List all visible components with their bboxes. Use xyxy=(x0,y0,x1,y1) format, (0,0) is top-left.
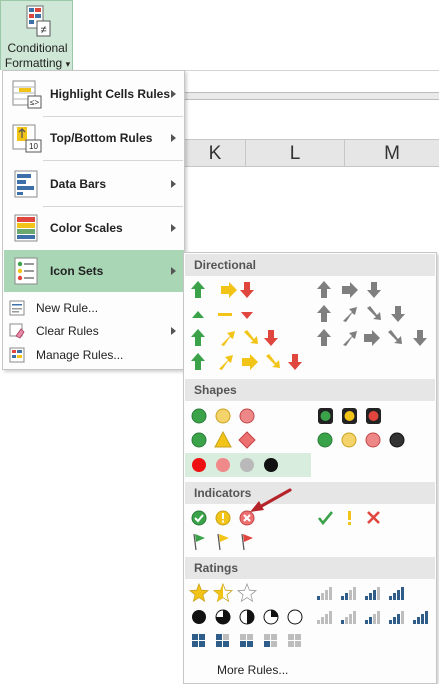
icon-set-4-arrows-colored[interactable] xyxy=(188,326,308,350)
submenu-arrow-icon xyxy=(171,134,176,142)
submenu-arrow-icon xyxy=(171,327,176,335)
icon-set-3-arrows-gray[interactable] xyxy=(314,278,434,302)
top-bottom-icon: 10 xyxy=(12,124,42,153)
icon-set-3-arrows-colored[interactable] xyxy=(188,278,308,302)
traffic-lights-rimmed-icon xyxy=(318,408,381,424)
ratings-4-icon xyxy=(317,587,404,600)
menu-item-new-rule[interactable]: New Rule... xyxy=(4,297,184,319)
icon-set-3-traffic-lights-unrimmed[interactable] xyxy=(188,404,308,428)
icon-set-5-boxes[interactable] xyxy=(188,629,308,653)
menu-item-label: Highlight Cells Rules xyxy=(50,87,171,101)
conditional-formatting-button[interactable]: ≠ Conditional Formatting ▾ xyxy=(0,0,73,70)
data-bars-icon xyxy=(14,170,38,198)
manage-rules-icon xyxy=(9,347,25,363)
section-header-shapes: Shapes xyxy=(185,379,435,401)
icon-set-4-traffic-lights[interactable] xyxy=(314,428,434,452)
icon-set-5-arrows-gray[interactable] xyxy=(314,326,434,350)
more-rules-menu-item[interactable]: More Rules... xyxy=(185,657,435,683)
ratings-5-icon xyxy=(317,611,428,624)
traffic-lights-4-icon xyxy=(317,432,405,448)
column-header-k[interactable]: K xyxy=(185,140,245,167)
submenu-arrow-icon xyxy=(171,267,176,275)
dropdown-caret-icon: ▾ xyxy=(65,59,71,69)
icon-set-4-ratings[interactable] xyxy=(314,581,434,605)
arrows-5-gray-icon xyxy=(317,329,427,346)
menu-item-color-scales[interactable]: Color Scales xyxy=(4,207,184,249)
highlight-cells-icon: ≤> xyxy=(12,80,42,109)
signs-3-icon xyxy=(191,430,256,449)
icon-set-3-signs[interactable] xyxy=(188,428,308,452)
icon-set-5-arrows-colored[interactable] xyxy=(188,350,308,374)
color-scales-icon xyxy=(14,214,38,242)
new-rule-icon xyxy=(9,300,25,316)
column-header-m[interactable]: M xyxy=(345,140,439,167)
conditional-formatting-menu: ≤> Highlight Cells Rules 10 Top/Bottom R… xyxy=(2,70,185,370)
menu-item-label: Color Scales xyxy=(50,221,123,235)
icon-set-3-triangles[interactable] xyxy=(188,302,308,326)
arrows-3-gray-icon xyxy=(317,281,381,298)
submenu-arrow-icon xyxy=(171,180,176,188)
traffic-lights-unrimmed-icon xyxy=(191,408,255,424)
boxes-5-icon xyxy=(192,634,301,647)
button-label-line2: Formatting ▾ xyxy=(4,56,71,70)
menu-item-label: Data Bars xyxy=(50,177,107,191)
icon-set-4-red-to-black[interactable] xyxy=(185,453,311,477)
menu-item-top-bottom-rules[interactable]: 10 Top/Bottom Rules xyxy=(4,117,184,159)
icon-set-3-traffic-lights-rimmed[interactable] xyxy=(314,404,434,428)
conditional-formatting-icon: ≠ xyxy=(26,5,51,37)
submenu-arrow-icon xyxy=(171,224,176,232)
icon-set-4-arrows-gray[interactable] xyxy=(314,302,434,326)
red-to-black-4-icon xyxy=(192,458,278,472)
stars-3-icon xyxy=(188,582,258,603)
symbols-uncircled-icon xyxy=(317,511,380,526)
section-header-directional: Directional xyxy=(185,254,435,276)
icon-set-5-ratings[interactable] xyxy=(314,605,434,629)
column-header-l[interactable]: L xyxy=(246,140,344,167)
quarters-5-icon xyxy=(192,609,303,625)
callout-arrow-icon xyxy=(250,488,292,512)
svg-text:≠: ≠ xyxy=(40,24,46,36)
menu-item-highlight-cells-rules[interactable]: ≤> Highlight Cells Rules xyxy=(4,73,184,115)
submenu-arrow-icon xyxy=(171,90,176,98)
arrows-3-colored-icon xyxy=(191,281,254,298)
triangles-3-icon xyxy=(192,311,253,319)
icon-set-3-stars[interactable] xyxy=(188,581,308,605)
column-header-row: K L M xyxy=(185,139,439,167)
arrows-4-colored-icon xyxy=(191,329,278,346)
flags-3-icon xyxy=(193,533,253,551)
icon-set-3-flags[interactable] xyxy=(188,530,308,554)
menu-item-label: Top/Bottom Rules xyxy=(50,131,153,145)
arrows-4-gray-icon xyxy=(317,305,405,322)
clear-rules-icon xyxy=(9,323,25,339)
more-rules-label: More Rules... xyxy=(217,663,289,677)
svg-text:10: 10 xyxy=(29,142,38,151)
menu-item-clear-rules[interactable]: Clear Rules xyxy=(4,320,184,342)
section-header-ratings: Ratings xyxy=(185,557,435,579)
section-header-indicators: Indicators xyxy=(185,482,435,504)
icon-sets-submenu: Directional Shapes Indicators Ratings Mo… xyxy=(183,252,437,684)
menu-item-label: Icon Sets xyxy=(50,264,104,278)
icon-set-3-symbols-uncircled[interactable] xyxy=(314,506,434,530)
menu-item-label: Clear Rules xyxy=(36,324,99,338)
menu-item-data-bars[interactable]: Data Bars xyxy=(4,163,184,205)
icon-set-5-quarters[interactable] xyxy=(188,605,308,629)
icon-sets-icon xyxy=(14,257,38,285)
menu-item-icon-sets[interactable]: Icon Sets xyxy=(4,250,184,292)
menu-item-manage-rules[interactable]: Manage Rules... xyxy=(4,344,184,366)
arrows-5-colored-icon xyxy=(191,353,302,370)
menu-item-label: New Rule... xyxy=(36,301,99,315)
menu-item-label: Manage Rules... xyxy=(36,348,124,362)
formula-bar-strip xyxy=(185,92,439,100)
button-label-line1: Conditional xyxy=(7,41,68,55)
svg-text:≤>: ≤> xyxy=(30,98,39,107)
